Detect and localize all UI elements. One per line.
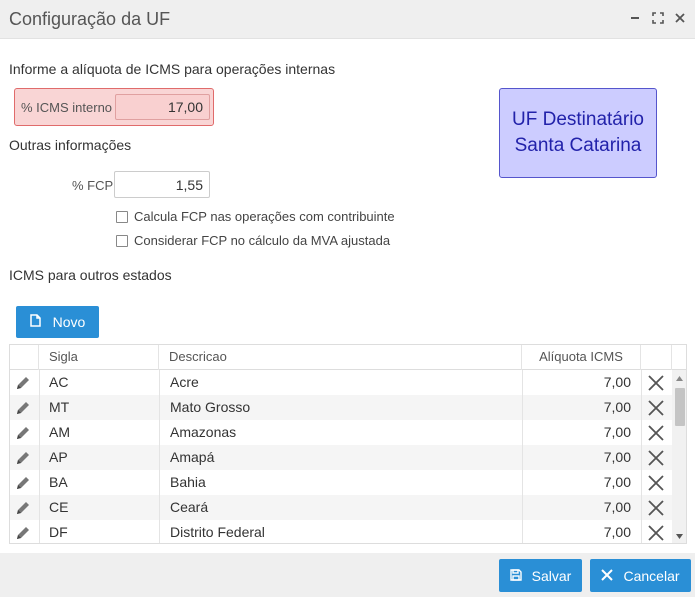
header-aliquota[interactable]: Alíquota ICMS bbox=[522, 345, 641, 370]
cancel-x-icon bbox=[601, 568, 614, 584]
cell-descricao: Acre bbox=[170, 374, 199, 390]
save-icon bbox=[509, 568, 522, 584]
uf-destination-label: UF Destinatário bbox=[512, 109, 644, 130]
cell-descricao: Ceará bbox=[170, 499, 209, 515]
delete-x-icon[interactable] bbox=[648, 445, 666, 470]
edit-pencil-icon[interactable] bbox=[15, 470, 35, 495]
states-grid: Sigla Descricao Alíquota ICMS AC Acre 7,00… bbox=[9, 344, 687, 544]
delete-x-icon[interactable] bbox=[648, 395, 666, 420]
edit-pencil-icon[interactable] bbox=[15, 420, 35, 445]
other-info-section-title: Outras informações bbox=[9, 137, 132, 153]
cell-sigla: MT bbox=[49, 399, 70, 415]
fcp-contribuinte-checkbox[interactable] bbox=[116, 210, 128, 223]
cell-sigla: AM bbox=[49, 424, 70, 440]
cell-descricao: Distrito Federal bbox=[170, 524, 265, 540]
grid-header: Sigla Descricao Alíquota ICMS bbox=[10, 345, 686, 370]
icms-internal-label: % ICMS interno bbox=[21, 100, 113, 115]
save-button-label: Salvar bbox=[531, 567, 572, 584]
icms-internal-input[interactable] bbox=[115, 94, 210, 120]
new-document-icon bbox=[29, 314, 41, 330]
edit-pencil-icon[interactable] bbox=[15, 370, 35, 395]
close-icon[interactable] bbox=[672, 10, 688, 26]
fcp-contribuinte-checkbox-row[interactable]: Calcula FCP nas operações com contribuin… bbox=[116, 209, 395, 224]
cell-sigla: AC bbox=[49, 374, 69, 390]
cancel-button-label: Cancelar bbox=[623, 567, 680, 584]
cell-aliquota: 7,00 bbox=[603, 474, 631, 490]
cell-descricao: Mato Grosso bbox=[170, 399, 251, 415]
cell-sigla: BA bbox=[49, 474, 68, 490]
table-row[interactable]: DF Distrito Federal 7,00 bbox=[10, 520, 672, 543]
header-descricao[interactable]: Descricao bbox=[159, 345, 522, 370]
scroll-thumb[interactable] bbox=[675, 388, 685, 426]
fcp-label: % FCP bbox=[72, 178, 114, 193]
table-row[interactable]: CE Ceará 7,00 bbox=[10, 495, 672, 520]
delete-x-icon[interactable] bbox=[648, 370, 666, 395]
cell-aliquota: 7,00 bbox=[603, 449, 631, 465]
save-button[interactable]: Salvar bbox=[499, 559, 582, 592]
fcp-mva-label: Considerar FCP no cálculo da MVA ajustad… bbox=[134, 233, 391, 248]
table-row[interactable]: AP Amapá 7,00 bbox=[10, 445, 672, 470]
cell-descricao: Amazonas bbox=[170, 424, 237, 440]
edit-pencil-icon[interactable] bbox=[15, 445, 35, 470]
icms-internal-field-group: % ICMS interno bbox=[14, 88, 214, 126]
uf-destination-box: UF Destinatário Santa Catarina bbox=[499, 88, 657, 178]
edit-pencil-icon[interactable] bbox=[15, 395, 35, 420]
dialog-title: Configuração da UF bbox=[9, 9, 171, 29]
dialog-titlebar: Configuração da UF bbox=[0, 0, 695, 39]
header-edit-column bbox=[10, 345, 39, 370]
header-delete-column bbox=[641, 345, 672, 370]
table-row[interactable]: BA Bahia 7,00 bbox=[10, 470, 672, 495]
delete-x-icon[interactable] bbox=[648, 520, 666, 543]
other-states-section-title: ICMS para outros estados bbox=[9, 267, 172, 283]
cell-sigla: CE bbox=[49, 499, 69, 515]
minimize-icon[interactable] bbox=[627, 10, 643, 26]
cell-aliquota: 7,00 bbox=[603, 374, 631, 390]
cell-aliquota: 7,00 bbox=[603, 524, 631, 540]
cell-aliquota: 7,00 bbox=[603, 424, 631, 440]
delete-x-icon[interactable] bbox=[648, 495, 666, 520]
table-row[interactable]: AM Amazonas 7,00 bbox=[10, 420, 672, 445]
table-row[interactable]: MT Mato Grosso 7,00 bbox=[10, 395, 672, 420]
new-button[interactable]: Novo bbox=[16, 306, 99, 338]
fcp-input[interactable] bbox=[114, 171, 210, 198]
header-sigla[interactable]: Sigla bbox=[39, 345, 159, 370]
edit-pencil-icon[interactable] bbox=[15, 520, 35, 543]
delete-x-icon[interactable] bbox=[648, 420, 666, 445]
fcp-mva-checkbox-row[interactable]: Considerar FCP no cálculo da MVA ajustad… bbox=[116, 233, 390, 248]
table-row[interactable]: AC Acre 7,00 bbox=[10, 370, 672, 395]
internal-icms-section-title: Informe a alíquota de ICMS para operaçõe… bbox=[9, 61, 336, 77]
edit-pencil-icon[interactable] bbox=[15, 495, 35, 520]
cell-sigla: DF bbox=[49, 524, 68, 540]
new-button-label: Novo bbox=[52, 314, 86, 330]
scroll-up-icon[interactable] bbox=[672, 372, 686, 384]
scroll-down-icon[interactable] bbox=[672, 530, 686, 542]
uf-destination-name: Santa Catarina bbox=[514, 135, 642, 156]
grid-scrollbar[interactable] bbox=[672, 370, 686, 543]
fcp-contribuinte-label: Calcula FCP nas operações com contribuin… bbox=[134, 209, 395, 224]
maximize-icon[interactable] bbox=[650, 10, 666, 26]
delete-x-icon[interactable] bbox=[648, 470, 666, 495]
fcp-mva-checkbox[interactable] bbox=[116, 234, 128, 247]
cell-descricao: Bahia bbox=[170, 474, 206, 490]
cell-descricao: Amapá bbox=[170, 449, 215, 465]
cell-sigla: AP bbox=[49, 449, 68, 465]
cancel-button[interactable]: Cancelar bbox=[590, 559, 691, 592]
cell-aliquota: 7,00 bbox=[603, 399, 631, 415]
cell-aliquota: 7,00 bbox=[603, 499, 631, 515]
